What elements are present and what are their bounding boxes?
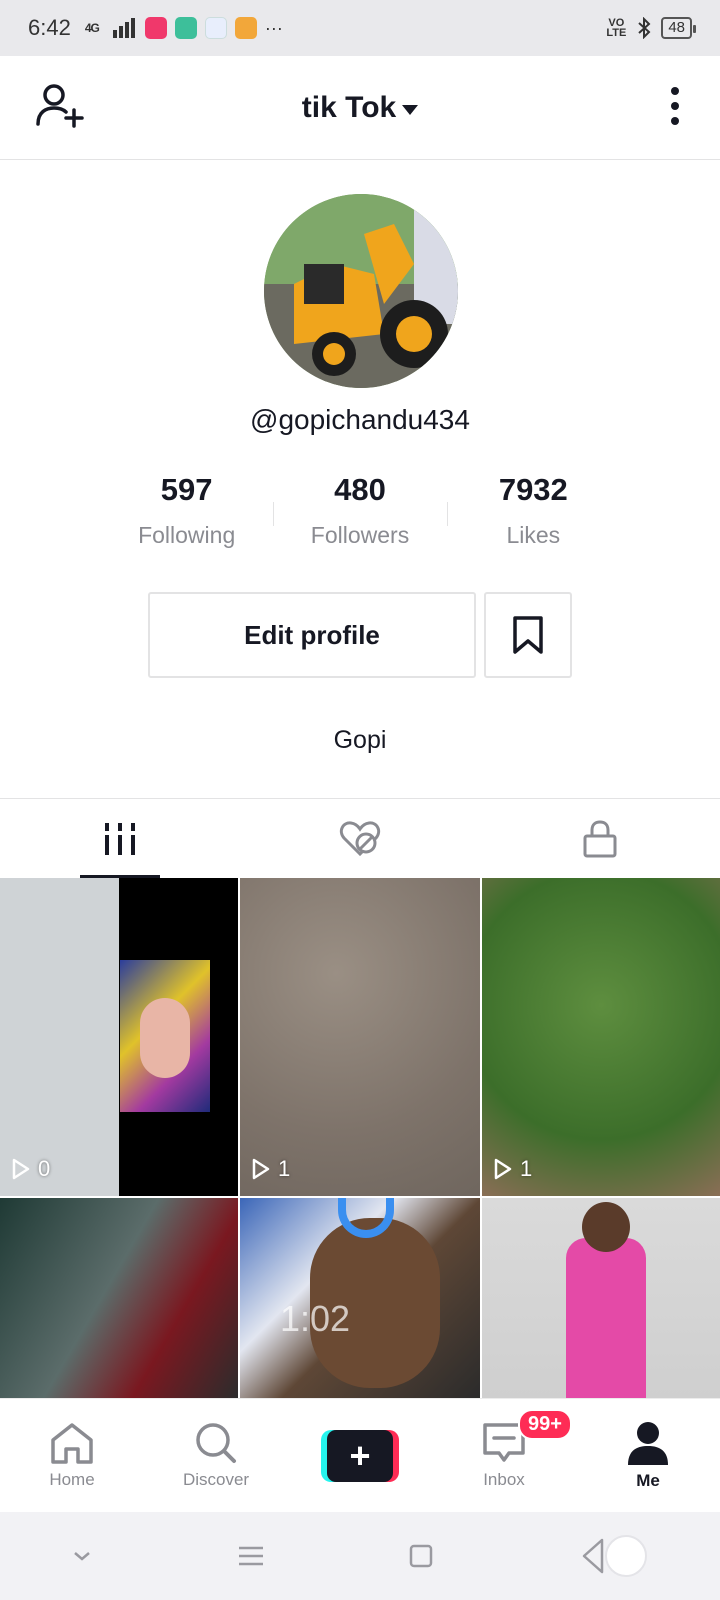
home-square-icon[interactable] bbox=[409, 1544, 433, 1568]
more-notifications-icon: ··· bbox=[264, 17, 283, 38]
username: @gopichandu434 bbox=[250, 404, 470, 435]
system-nav-bar bbox=[0, 1512, 720, 1600]
profile-bio: Gopi bbox=[333, 726, 387, 754]
bluetooth-icon bbox=[638, 17, 651, 39]
volte-indicator: VO LTE bbox=[606, 17, 627, 39]
account-switcher[interactable]: tik Tok bbox=[301, 90, 419, 125]
nav-label: Inbox bbox=[483, 1469, 525, 1489]
play-icon bbox=[12, 1158, 30, 1180]
content-tabs bbox=[0, 798, 720, 878]
video-thumbnail[interactable] bbox=[482, 1198, 720, 1398]
notification-app-icon bbox=[174, 17, 197, 39]
view-count-value: 1 bbox=[520, 1156, 533, 1181]
stat-likes[interactable]: 7932 Likes bbox=[446, 472, 620, 549]
hidden-heart-icon bbox=[339, 820, 381, 856]
phone-icon bbox=[204, 17, 227, 39]
tab-videos[interactable] bbox=[0, 799, 240, 878]
status-bar: 6:42 4G ··· VO LTE 48 bbox=[0, 0, 720, 56]
inbox-badge: 99+ bbox=[518, 1409, 572, 1440]
home-icon bbox=[51, 1422, 93, 1464]
stat-label: Likes bbox=[506, 522, 561, 548]
notification-app-icon bbox=[144, 17, 167, 39]
nav-create[interactable]: + bbox=[288, 1399, 432, 1512]
thumbnail-overlay-text: 1:02 bbox=[280, 1298, 351, 1339]
nav-discover[interactable]: Discover bbox=[144, 1399, 288, 1512]
status-time: 6:42 bbox=[28, 15, 71, 40]
more-options-icon[interactable] bbox=[670, 86, 680, 131]
page-title: tik Tok bbox=[301, 90, 397, 124]
view-count-value: 0 bbox=[38, 1156, 51, 1181]
lock-icon bbox=[583, 819, 617, 857]
back-icon[interactable] bbox=[578, 1534, 648, 1578]
chevron-down-icon bbox=[402, 104, 419, 115]
stat-value: 7932 bbox=[498, 472, 568, 507]
video-thumbnail[interactable] bbox=[0, 1198, 238, 1398]
thumbnail-image bbox=[582, 1202, 630, 1252]
thumbnail-image bbox=[140, 998, 190, 1078]
stat-following[interactable]: 597 Following bbox=[100, 472, 273, 549]
stat-label: Following bbox=[138, 522, 236, 548]
video-thumbnail[interactable]: 1:02 bbox=[240, 1198, 480, 1398]
view-count: 1 bbox=[252, 1156, 290, 1182]
stat-followers[interactable]: 480 Followers bbox=[273, 472, 446, 549]
search-icon bbox=[196, 1422, 236, 1463]
edit-profile-button[interactable]: Edit profile bbox=[148, 592, 476, 678]
view-count: 0 bbox=[12, 1156, 50, 1182]
plus-icon: + bbox=[327, 1429, 393, 1482]
battery-indicator: 48 bbox=[661, 17, 696, 39]
view-count-value: 1 bbox=[278, 1156, 291, 1181]
signal-indicator: 4G bbox=[84, 21, 100, 35]
bookmark-icon bbox=[513, 616, 543, 654]
collapse-chevron-icon[interactable] bbox=[72, 1549, 92, 1563]
profile-header: tik Tok bbox=[0, 56, 720, 160]
bottom-nav: Home Discover + Inbox 99+ Me bbox=[0, 1398, 720, 1512]
profile-stats: 597 Following 480 Followers 7932 Likes bbox=[100, 472, 620, 549]
profile-icon bbox=[628, 1421, 668, 1465]
nav-home[interactable]: Home bbox=[0, 1399, 144, 1512]
video-thumbnail[interactable]: 1 bbox=[240, 878, 480, 1196]
signal-bars-icon bbox=[112, 18, 135, 38]
view-count: 1 bbox=[494, 1156, 532, 1182]
nav-label: Discover bbox=[182, 1469, 250, 1489]
tab-private[interactable] bbox=[480, 799, 720, 878]
stat-label: Followers bbox=[310, 522, 410, 548]
video-thumbnail[interactable]: 0 bbox=[0, 878, 238, 1196]
video-thumbnail[interactable]: 1 bbox=[482, 878, 720, 1196]
stat-value: 597 bbox=[160, 472, 213, 507]
favorites-button[interactable] bbox=[484, 592, 572, 678]
nav-me[interactable]: Me bbox=[576, 1399, 720, 1512]
nav-inbox[interactable]: Inbox 99+ bbox=[432, 1399, 576, 1512]
avatar[interactable] bbox=[264, 194, 458, 388]
nav-label: Me bbox=[636, 1470, 660, 1490]
create-button[interactable]: + bbox=[321, 1429, 399, 1482]
video-grid: 0 1 1 1:02 bbox=[0, 878, 720, 1398]
notification-app-icon bbox=[234, 17, 257, 39]
grid-icon bbox=[105, 822, 135, 855]
thumbnail-image bbox=[566, 1238, 646, 1398]
menu-icon[interactable] bbox=[237, 1545, 265, 1567]
play-icon bbox=[494, 1158, 512, 1180]
tab-liked[interactable] bbox=[240, 799, 480, 878]
stat-value: 480 bbox=[334, 472, 386, 507]
play-icon bbox=[252, 1158, 270, 1180]
nav-label: Home bbox=[49, 1469, 95, 1489]
add-user-icon[interactable] bbox=[36, 84, 84, 133]
